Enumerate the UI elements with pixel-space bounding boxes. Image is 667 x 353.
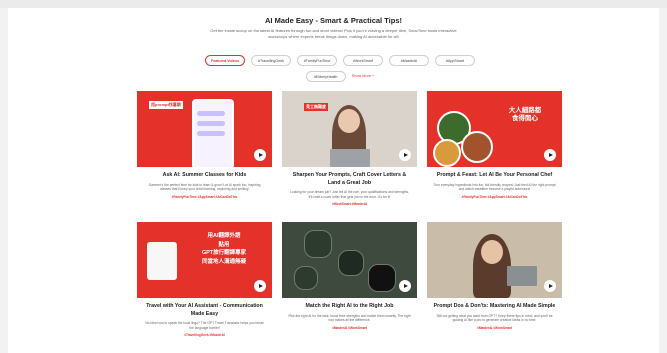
laptop-image [330,149,370,167]
ai-app-icon [368,264,396,292]
video-thumbnail[interactable] [427,222,562,298]
browser-top-strip [0,0,667,8]
video-thumbnail[interactable]: 用AI翻譯外語 點用 GPT旅行翻譯專家 同當地人溝通無礙 [137,222,272,298]
video-card[interactable]: 大人細路都 食得開心 Prompt & Feast: Let AI Be You… [427,91,562,199]
phone-chip [197,131,225,136]
thumbnail-caption: 見工無難度 [304,103,328,111]
app-screenshot [147,242,177,280]
card-title[interactable]: Ask AI: Summer Classes for Kids [137,172,272,180]
card-description: No idea how to speak the local lingo? Th… [145,321,264,330]
card-description: Turn everyday ingredients into fun, kid-… [433,182,556,192]
tab-elderly-health[interactable]: #ElderlyHealth [305,71,346,82]
ai-app-icon [338,250,364,276]
thumbnail-caption: 用AI翻譯外語 點用 GPT旅行翻譯專家 同當地人溝通無礙 [201,233,247,265]
ai-app-icon [294,266,318,290]
card-tags[interactable]: #MasterAI #WorkSmart [282,326,417,330]
video-card[interactable]: 用AI翻譯外語 點用 GPT旅行翻譯專家 同當地人溝通無礙 Travel wit… [137,222,272,337]
tab-app-smart[interactable]: #AppSmart [435,55,475,66]
tab-master-ai[interactable]: #MasterAI [389,55,429,66]
presenter-face [338,109,360,133]
play-button[interactable] [399,280,411,292]
play-button[interactable] [254,149,266,161]
phone-chip [197,111,225,116]
video-thumbnail[interactable]: 大人細路都 食得開心 [427,91,562,167]
card-title[interactable]: Sharpen Your Prompts, Craft Cover Letter… [282,172,417,187]
card-title[interactable]: Match the Right AI to the Right Job [282,303,417,311]
thumbnail-caption: 用prompt找暑期 [149,101,183,109]
phone-chip [197,121,225,126]
card-title[interactable]: Prompt Dos & Don'ts: Mastering AI Made S… [427,303,562,311]
video-card[interactable]: 用prompt找暑期 Ask AI: Summer Classes for Ki… [137,91,272,199]
tab-travelling-geek[interactable]: #TravellingGeek [251,55,291,66]
ai-app-icon [304,230,332,258]
play-button[interactable] [544,280,556,292]
card-tags[interactable]: #FamilyFunTime #AppSmart #AiCanDoThis [427,195,562,199]
content-section: AI Made Easy - Smart & Practical Tips! G… [8,8,659,353]
filter-tabs: Featured Videos #TravellingGeek #FamilyF… [204,55,476,82]
presenter-face [481,240,503,264]
phone-image [507,266,537,286]
card-tags[interactable]: #TravellingGeek #MasterAI [137,333,272,337]
dish-image [433,139,461,167]
card-tags[interactable]: #FamilyFunTime #AppSmart #AiCanDoThis [137,195,272,199]
video-thumbnail[interactable]: 用prompt找暑期 [137,91,272,167]
tab-work-smart[interactable]: #WorkSmart [343,55,383,66]
play-button[interactable] [544,149,556,161]
video-thumbnail[interactable] [282,222,417,298]
video-thumbnail[interactable]: 見工無難度 [282,91,417,167]
card-tags[interactable]: #MasterAI #WorkSmart [427,326,562,330]
card-description: Still not getting what you want from GPT… [436,313,553,323]
video-card[interactable]: Prompt Dos & Don'ts: Mastering AI Made S… [427,222,562,330]
tab-family-fun-time[interactable]: #FamilyFunTime [297,55,337,66]
card-description: Summer's the perfect time for kids to le… [148,182,261,192]
card-description: Looking for your dream job? Just tell AI… [290,190,409,199]
card-title[interactable]: Prompt & Feast: Let AI Be Your Personal … [427,172,562,180]
section-title: AI Made Easy - Smart & Practical Tips! [265,16,402,25]
tab-featured-videos[interactable]: Featured Videos [205,55,245,66]
show-more-link[interactable]: Show More + [352,71,374,82]
play-button[interactable] [399,149,411,161]
card-description: Pick the right AI for the task: know the… [288,313,411,323]
card-title[interactable]: Travel with Your AI Assistant - Communic… [137,303,272,318]
thumbnail-caption: 大人細路都 食得開心 [508,107,542,122]
video-card[interactable]: Match the Right AI to the Right Job Pick… [282,222,417,330]
section-subtitle: Get the inside scoop on the latest AI fe… [210,28,457,39]
dish-image [461,131,493,163]
card-tags[interactable]: #WorkSmart #MasterAI [282,202,417,206]
play-button[interactable] [254,280,266,292]
video-card[interactable]: 見工無難度 Sharpen Your Prompts, Craft Cover … [282,91,417,206]
